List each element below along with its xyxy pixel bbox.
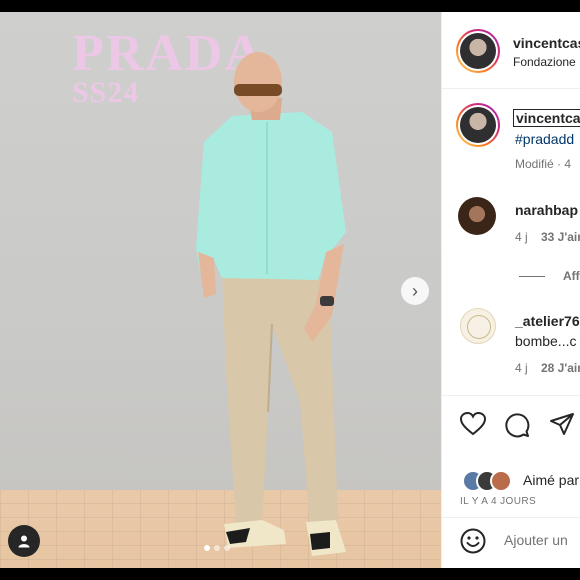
comment-divider: [442, 517, 580, 518]
carousel-dots: [204, 545, 230, 551]
comment-username[interactable]: _atelier76: [515, 313, 580, 329]
post-viewer: PRADA SS24 › vincentcas Fondazione vince…: [0, 12, 580, 568]
liked-by-text[interactable]: Aimé par: [523, 472, 579, 488]
chevron-right-icon: ›: [412, 280, 418, 301]
caption-avatar[interactable]: [456, 103, 500, 147]
commenter-avatar[interactable]: [460, 308, 496, 344]
post-photo[interactable]: PRADA SS24 ›: [0, 12, 441, 568]
commenter-avatar[interactable]: [458, 197, 496, 235]
author-avatar[interactable]: [456, 29, 500, 73]
comment-likes[interactable]: 28 J'aim: [541, 361, 580, 375]
share-icon[interactable]: [549, 412, 575, 436]
comment-icon[interactable]: [504, 412, 530, 438]
replies-line: [519, 276, 545, 277]
carousel-dot: [214, 545, 220, 551]
user-tag-icon: [18, 535, 30, 548]
caption-hashtag[interactable]: #pradadd: [515, 131, 574, 147]
liker-avatar[interactable]: [490, 470, 512, 492]
actions-divider: [442, 395, 580, 396]
tagged-users-button[interactable]: [8, 525, 40, 557]
emoji-icon[interactable]: [460, 528, 486, 554]
carousel-dot: [204, 545, 210, 551]
heart-icon[interactable]: [460, 412, 486, 436]
comment-likes[interactable]: 33 J'aim: [541, 230, 580, 244]
person-figure: [196, 52, 346, 556]
view-replies-link[interactable]: Aff: [563, 269, 580, 283]
carousel-dot: [224, 545, 230, 551]
comment-time: 4 j: [515, 230, 528, 244]
post-timestamp: IL Y A 4 JOURS: [460, 496, 537, 507]
post-location[interactable]: Fondazione: [513, 55, 576, 69]
caption-username[interactable]: vincentca: [513, 109, 580, 127]
header-divider: [442, 88, 580, 89]
comment-text: bombe...c: [515, 333, 577, 349]
comment-input[interactable]: Ajouter un: [504, 532, 568, 548]
author-username[interactable]: vincentcas: [513, 35, 580, 51]
comment-username[interactable]: narahbap: [515, 202, 578, 218]
caption-meta: Modifié · 4: [515, 157, 572, 171]
post-sidebar: vincentcas Fondazione vincentca #pradadd…: [441, 12, 580, 568]
next-photo-button[interactable]: ›: [401, 277, 429, 305]
comment-time: 4 j: [515, 361, 528, 375]
